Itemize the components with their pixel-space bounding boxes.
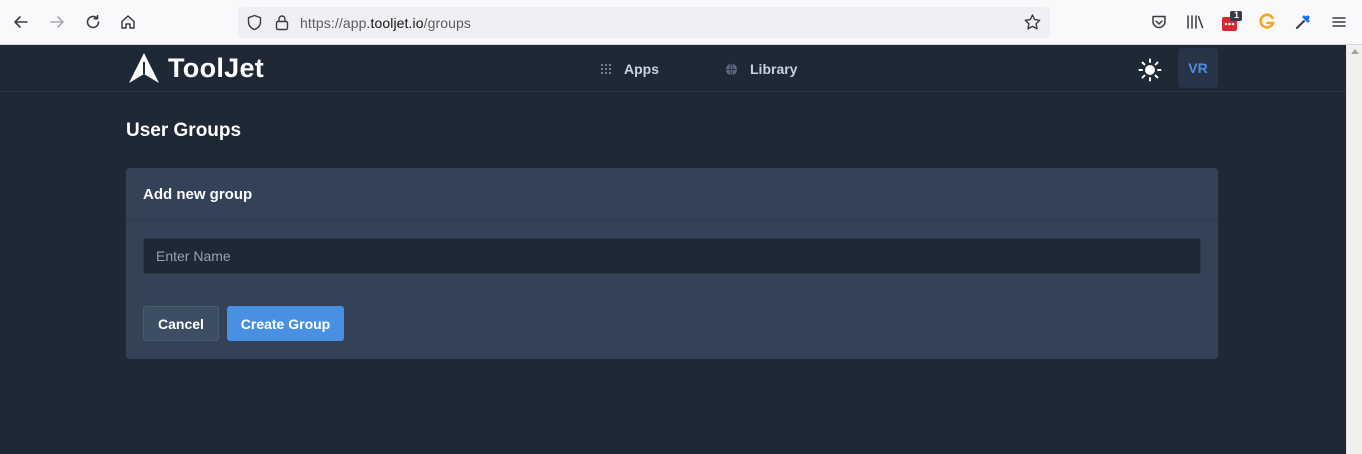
- url-prefix: https://app.: [300, 15, 371, 31]
- shield-icon[interactable]: [246, 14, 263, 36]
- extension-icon[interactable]: 1: [1220, 10, 1242, 33]
- tooljet-logo[interactable]: ToolJet: [126, 51, 264, 85]
- card-heading: Add new group: [126, 168, 1218, 221]
- forward-icon[interactable]: [44, 9, 70, 35]
- url-path: /groups: [423, 15, 472, 31]
- cancel-button[interactable]: Cancel: [143, 306, 219, 341]
- eyedropper-icon[interactable]: [1292, 11, 1314, 33]
- scrollbar[interactable]: [1346, 45, 1362, 454]
- grammarly-g-icon[interactable]: [1256, 11, 1278, 33]
- nav-library-label: Library: [750, 61, 798, 77]
- library-icon[interactable]: [1184, 11, 1206, 33]
- create-group-button[interactable]: Create Group: [227, 306, 344, 341]
- url-bar[interactable]: https://app.tooljet.io/groups: [238, 7, 1050, 38]
- back-icon[interactable]: [8, 9, 34, 35]
- globe-icon: [725, 63, 738, 76]
- lock-icon[interactable]: [274, 14, 290, 36]
- add-group-card: Add new group Cancel Create Group: [126, 168, 1218, 359]
- pocket-icon[interactable]: [1148, 11, 1170, 33]
- url-text[interactable]: https://app.tooljet.io/groups: [300, 15, 471, 31]
- page-title: User Groups: [126, 120, 242, 141]
- group-name-input[interactable]: [143, 238, 1201, 274]
- home-icon[interactable]: [115, 9, 141, 35]
- avatar[interactable]: VR: [1178, 48, 1218, 88]
- scroll-up-arrow-icon[interactable]: [1351, 49, 1359, 54]
- url-domain: tooljet.io: [370, 15, 424, 31]
- app-header: ToolJet Apps Library VR: [0, 45, 1346, 92]
- logo-text: ToolJet: [168, 52, 265, 83]
- browser-toolbar: https://app.tooljet.io/groups 1: [0, 0, 1362, 45]
- nav-apps[interactable]: Apps: [600, 61, 659, 77]
- grid-dots-icon: [600, 63, 612, 75]
- menu-icon[interactable]: [1328, 11, 1350, 33]
- reload-icon[interactable]: [80, 9, 106, 35]
- extension-badge: 1: [1234, 10, 1240, 20]
- nav-library[interactable]: Library: [725, 61, 797, 77]
- tooljet-logo-icon: [129, 53, 159, 83]
- sun-icon[interactable]: [1137, 57, 1163, 83]
- bookmark-star-icon[interactable]: [1023, 13, 1042, 37]
- nav-apps-label: Apps: [624, 61, 659, 77]
